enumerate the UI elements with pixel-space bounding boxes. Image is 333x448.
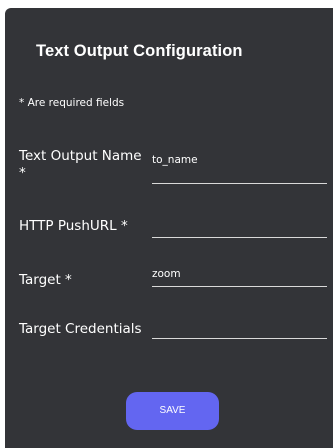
target-label: Target *: [19, 272, 72, 288]
http-pushurl-input[interactable]: [152, 220, 327, 236]
target-underline: [152, 286, 327, 287]
http-pushurl-underline: [152, 237, 327, 238]
page-title: Text Output Configuration: [36, 42, 243, 60]
save-button[interactable]: SAVE: [126, 392, 219, 430]
text-output-config-panel: Text Output Configuration * Are required…: [5, 8, 333, 448]
text-output-name-underline: [152, 183, 327, 184]
text-output-name-label: Text Output Name *: [19, 148, 142, 181]
target-credentials-label: Target Credentials: [19, 321, 142, 337]
http-pushurl-label: HTTP PushURL *: [19, 218, 128, 234]
target-input[interactable]: zoom: [152, 268, 181, 280]
target-credentials-input[interactable]: [152, 321, 327, 337]
required-fields-note: * Are required fields: [19, 97, 125, 109]
target-credentials-underline: [152, 338, 327, 339]
text-output-name-input[interactable]: to_name: [152, 154, 198, 166]
